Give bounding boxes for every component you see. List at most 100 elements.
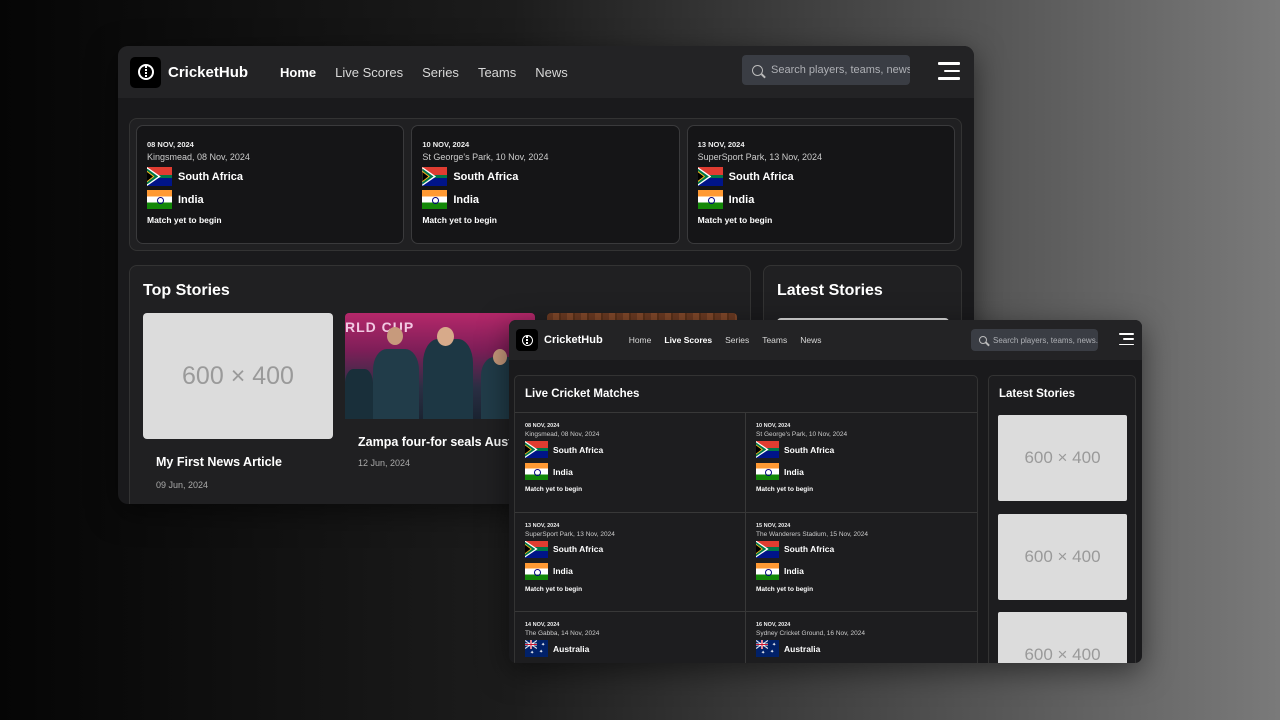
live-matches-grid: 08 NOV, 2024 Kingsmead, 08 Nov, 2024 Sou… <box>515 412 977 663</box>
team-name: Australia <box>784 643 821 654</box>
search-icon[interactable] <box>752 64 763 76</box>
hamburger-menu-icon[interactable] <box>1119 333 1134 346</box>
latest-stories-panel: Latest Stories 600 × 400 600 × 400 600 ×… <box>988 375 1136 663</box>
team-name: India <box>178 193 204 206</box>
cricket-ball-icon[interactable] <box>130 56 161 88</box>
team-row: India <box>422 190 668 209</box>
image-placeholder[interactable]: 600 × 400 <box>998 514 1127 600</box>
search-input[interactable] <box>771 64 910 76</box>
navbar: CricketHub Home Live Scores Series Teams… <box>118 46 974 98</box>
india-flag-icon <box>756 562 779 580</box>
match-date: 14 NOV, 2024 <box>525 622 560 628</box>
match-venue: St George's Park, 10 Nov, 2024 <box>756 431 848 438</box>
match-venue: St George's Park, 10 Nov, 2024 <box>422 152 549 162</box>
nav-menu: Home Live Scores Series Teams News <box>280 65 568 80</box>
match-card[interactable]: 10 NOV, 2024 St George's Park, 10 Nov, 2… <box>411 125 680 244</box>
team-name: South Africa <box>728 170 794 183</box>
nav-live-scores[interactable]: Live Scores <box>664 335 712 345</box>
live-matches-panel: Live Cricket Matches 08 NOV, 2024 Kingsm… <box>514 375 978 663</box>
team-row: India <box>756 463 967 480</box>
match-venue: Kingsmead, 08 Nov, 2024 <box>525 431 600 438</box>
team-row: India <box>756 562 967 580</box>
search-box <box>971 329 1098 351</box>
team-row: South Africa <box>756 540 967 558</box>
team-row: India <box>525 463 735 480</box>
south-africa-flag-icon <box>422 167 448 186</box>
team-row: South Africa <box>147 167 393 186</box>
nav-series[interactable]: Series <box>422 65 459 80</box>
tablet-window: CricketHub Home Live Scores Series Teams… <box>509 320 1142 663</box>
india-flag-icon <box>525 562 548 580</box>
team-name: South Africa <box>784 444 835 455</box>
team-name: India <box>784 466 804 477</box>
section-title: Top Stories <box>143 282 230 299</box>
team-row: India <box>147 190 393 209</box>
match-card[interactable]: 08 NOV, 2024 Kingsmead, 08 Nov, 2024 Sou… <box>515 413 746 513</box>
team-name: India <box>453 193 479 206</box>
australia-flag-icon: ✦ ✦ ✦ <box>756 640 779 657</box>
india-flag-icon <box>756 463 779 480</box>
india-flag-icon <box>525 463 548 480</box>
brand-name[interactable]: CricketHub <box>544 334 603 346</box>
match-venue: The Gabba, 14 Nov, 2024 <box>525 630 600 637</box>
search-input[interactable] <box>993 335 1098 345</box>
brand-name[interactable]: CricketHub <box>168 64 248 81</box>
match-card[interactable]: 13 NOV, 2024 SuperSport Park, 13 Nov, 20… <box>686 125 955 244</box>
story-title[interactable]: My First News Article <box>143 453 333 472</box>
match-date: 13 NOV, 2024 <box>697 140 745 149</box>
match-card[interactable]: 10 NOV, 2024 St George's Park, 10 Nov, 2… <box>746 413 977 513</box>
team-row: ✦ ✦ ✦ Australia <box>756 640 967 657</box>
match-score-strip: 08 NOV, 2024 Kingsmead, 08 Nov, 2024 Sou… <box>129 118 962 251</box>
team-row: South Africa <box>422 167 668 186</box>
story-card[interactable]: 600 × 400 My First News Article 09 Jun, … <box>143 313 333 490</box>
story-card[interactable]: RLD CUP Zampa four-for seals Australia's… <box>345 313 652 468</box>
match-date: 08 NOV, 2024 <box>525 423 560 429</box>
nav-news[interactable]: News <box>800 335 821 345</box>
team-name: India <box>728 193 755 206</box>
story-image: RLD CUP <box>345 313 535 419</box>
match-date: 08 NOV, 2024 <box>147 140 194 149</box>
match-card[interactable]: 14 NOV, 2024 The Gabba, 14 Nov, 2024 ✦ ✦ ✦… <box>515 612 746 663</box>
match-date: 10 NOV, 2024 <box>756 423 791 429</box>
team-row: India <box>697 190 944 209</box>
section-title: Latest Stories <box>777 282 883 299</box>
nav-home[interactable]: Home <box>629 335 652 345</box>
search-box <box>742 55 910 85</box>
match-date: 16 NOV, 2024 <box>756 622 791 628</box>
match-card[interactable]: 13 NOV, 2024 SuperSport Park, 13 Nov, 20… <box>515 512 746 612</box>
navbar: CricketHub Home Live Scores Series Teams… <box>509 320 1142 360</box>
nav-teams[interactable]: Teams <box>478 65 516 80</box>
south-africa-flag-icon <box>697 167 723 186</box>
match-venue: SuperSport Park, 13 Nov, 2024 <box>697 152 823 162</box>
image-placeholder[interactable]: 600 × 400 <box>998 612 1127 663</box>
hamburger-menu-icon[interactable] <box>938 62 960 80</box>
search-icon[interactable] <box>979 336 987 344</box>
team-name: South Africa <box>453 170 519 183</box>
team-name: South Africa <box>784 544 835 554</box>
south-africa-flag-icon <box>525 441 548 458</box>
team-name: South Africa <box>178 170 243 183</box>
india-flag-icon <box>697 190 723 209</box>
india-flag-icon <box>422 190 448 209</box>
story-date: 09 Jun, 2024 <box>156 480 209 490</box>
nav-news[interactable]: News <box>535 65 568 80</box>
south-africa-flag-icon <box>147 167 172 186</box>
match-date: 15 NOV, 2024 <box>756 522 791 529</box>
story-title[interactable]: Zampa four-for seals Australia's Super E… <box>345 433 652 452</box>
match-status: Match yet to begin <box>525 486 583 493</box>
match-venue: SuperSport Park, 13 Nov, 2024 <box>525 530 615 538</box>
match-card[interactable]: 15 NOV, 2024 The Wanderers Stadium, 15 N… <box>746 513 977 612</box>
nav-series[interactable]: Series <box>725 335 749 345</box>
match-card[interactable]: 08 NOV, 2024 Kingsmead, 08 Nov, 2024 Sou… <box>136 125 405 244</box>
team-name: India <box>553 566 573 576</box>
nav-teams[interactable]: Teams <box>762 335 787 345</box>
match-venue: Kingsmead, 08 Nov, 2024 <box>147 152 250 162</box>
image-placeholder[interactable]: 600 × 400 <box>998 415 1127 501</box>
cricket-ball-icon[interactable] <box>516 329 538 351</box>
stadium-banner: RLD CUP <box>345 319 415 335</box>
nav-home[interactable]: Home <box>280 65 316 80</box>
nav-live-scores[interactable]: Live Scores <box>335 65 403 80</box>
match-status: Match yet to begin <box>422 215 497 225</box>
match-card[interactable]: 16 NOV, 2024 Sydney Cricket Ground, 16 N… <box>746 612 977 663</box>
match-status: Match yet to begin <box>525 585 583 593</box>
